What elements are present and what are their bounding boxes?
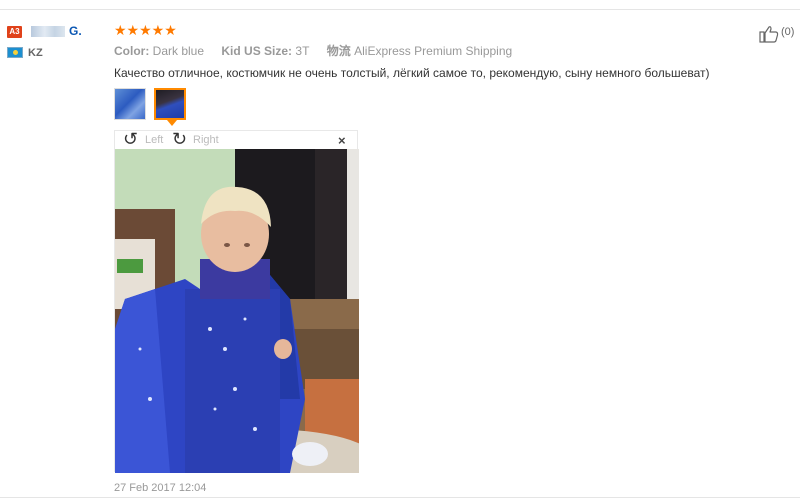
rotate-right-label[interactable]: Right <box>193 134 219 146</box>
country-code: KZ <box>28 47 43 59</box>
shipping-label: 物流 <box>326 44 351 58</box>
bottom-divider <box>0 497 800 498</box>
color-label: Color: <box>114 44 150 58</box>
selected-thumbnail-pointer <box>167 120 177 126</box>
thumbs-up-icon[interactable] <box>759 25 779 43</box>
close-icon[interactable]: × <box>338 133 346 148</box>
user-level-badge: A3 <box>7 26 22 38</box>
order-attributes: Color: Dark blue Kid US Size: 3T 物流 AliE… <box>114 42 512 59</box>
photo-viewer: ↺ Left ↻ Right × <box>114 130 359 473</box>
rotate-right-icon[interactable]: ↻ <box>172 130 187 148</box>
rotate-left-label[interactable]: Left <box>145 134 163 146</box>
size-value: 3T <box>295 44 310 58</box>
country-flag-icon <box>7 47 23 58</box>
rotate-left-icon[interactable]: ↺ <box>123 130 138 148</box>
photo-viewer-toolbar: ↺ Left ↻ Right × <box>115 130 359 149</box>
review-photo <box>115 149 359 473</box>
review-photo-thumbnail-1[interactable] <box>114 88 146 120</box>
size-label: Kid US Size: <box>221 44 293 58</box>
review-date: 27 Feb 2017 12:04 <box>114 482 207 494</box>
review-text: Качество отличное, костюмчик не очень то… <box>114 66 710 80</box>
user-name: G. <box>69 24 82 38</box>
review-photo-image <box>115 149 359 473</box>
top-divider <box>0 9 800 10</box>
rating-stars: ★★★★★ <box>114 22 177 38</box>
user-name-masked <box>31 26 65 37</box>
color-value: Dark blue <box>152 44 205 58</box>
shipping-value: AliExpress Premium Shipping <box>354 44 513 58</box>
helpful-count: (0) <box>781 26 795 38</box>
review-photo-thumbnail-2[interactable] <box>154 88 186 120</box>
